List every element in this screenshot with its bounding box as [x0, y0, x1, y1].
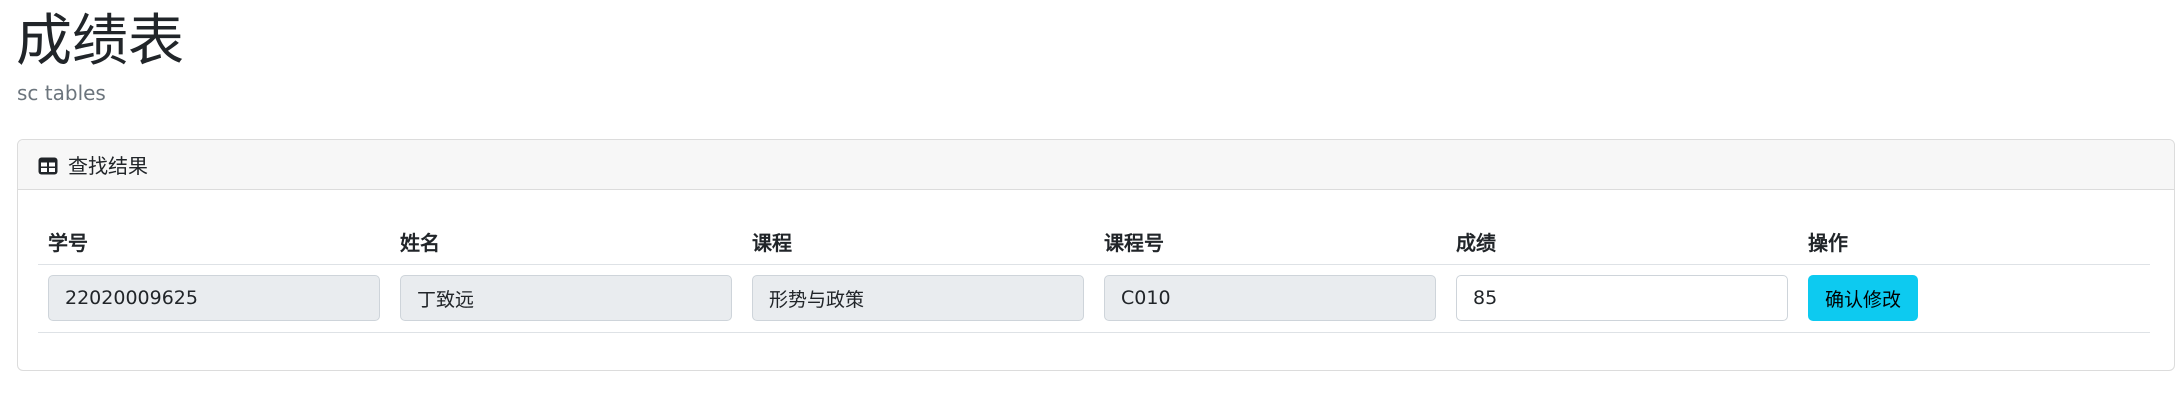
- page-subtitle: sc tables: [17, 81, 106, 105]
- course-field[interactable]: [752, 275, 1084, 321]
- table-row: 确认修改: [38, 264, 2150, 333]
- column-header-action: 操作: [1798, 220, 2150, 265]
- column-header-name: 姓名: [390, 220, 742, 265]
- results-card: 查找结果 学号 姓名 课程 课程号 成绩 操作 22020009625 丁致远 …: [17, 139, 2175, 371]
- score-input[interactable]: [1456, 275, 1788, 321]
- student-name-field[interactable]: [400, 275, 732, 321]
- column-header-course: 课程: [742, 220, 1094, 265]
- table-icon: [38, 156, 58, 174]
- results-table: 学号 姓名 课程 课程号 成绩 操作 确认修改: [38, 220, 2150, 333]
- column-header-course-id: 课程号: [1094, 220, 1446, 265]
- table-header-row: 学号 姓名 课程 课程号 成绩 操作: [38, 220, 2150, 265]
- card-header-title: 查找结果: [68, 154, 148, 178]
- student-id-field[interactable]: [48, 275, 380, 321]
- page-title: 成绩表: [16, 9, 184, 74]
- column-header-score: 成绩: [1446, 220, 1798, 265]
- column-header-student-id: 学号: [38, 220, 390, 265]
- card-body: 学号 姓名 课程 课程号 成绩 操作 确认修改: [18, 220, 2174, 333]
- card-header: 查找结果: [18, 140, 2174, 190]
- course-id-field[interactable]: [1104, 275, 1436, 321]
- confirm-edit-button[interactable]: 确认修改: [1808, 275, 1919, 321]
